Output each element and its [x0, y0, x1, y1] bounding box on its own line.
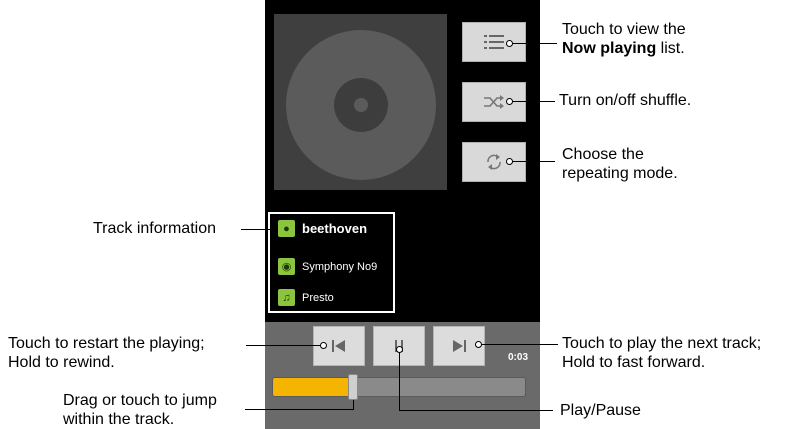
callout-dot: [506, 40, 513, 47]
callout-text: repeating mode.: [562, 165, 678, 182]
microphone-icon: ●: [278, 220, 295, 237]
callout-text: within the track.: [63, 411, 175, 428]
restart-callout: Touch to restart the playing; Hold to re…: [8, 334, 205, 372]
callout-line: [245, 409, 354, 410]
shuffle-callout: Turn on/off shuffle.: [559, 92, 692, 109]
disc-hole: [354, 98, 368, 112]
callout-line: [241, 229, 273, 230]
repeat-callout: Choose the repeating mode.: [562, 145, 678, 183]
seek-bar-thumb[interactable]: [348, 374, 358, 400]
drag-callout: Drag or touch to jump within the track.: [63, 391, 217, 429]
shuffle-button[interactable]: [462, 82, 526, 122]
callout-text: Touch to play the next track;: [562, 335, 762, 352]
callout-text: Drag or touch to jump: [63, 392, 217, 409]
callout-line: [510, 43, 557, 44]
callout-text: Touch to view the: [562, 21, 686, 38]
now-playing-list-button[interactable]: [462, 22, 526, 62]
album-art: [274, 14, 447, 190]
callout-line: [510, 101, 555, 102]
seek-bar-progress: [273, 378, 351, 396]
callout-text: Choose the: [562, 146, 644, 163]
previous-track-icon: [332, 340, 345, 352]
callout-dot: [475, 341, 482, 348]
callout-text: Hold to fast forward.: [562, 354, 706, 371]
repeat-icon: [487, 154, 501, 170]
playpause-callout: Play/Pause: [560, 402, 641, 419]
callout-text: Hold to rewind.: [8, 354, 115, 371]
album-icon: ◉: [278, 258, 295, 275]
track-info-panel: ● beethoven ◉ Symphony No9 ♫ Presto: [268, 212, 395, 313]
next-track-icon: [453, 340, 466, 352]
callout-line: [510, 161, 555, 162]
track-title: Presto: [302, 291, 334, 304]
callout-line: [399, 410, 553, 411]
artist-name: beethoven: [302, 221, 368, 236]
elapsed-time: 0:03: [508, 352, 529, 363]
music-note-icon: ♫: [278, 289, 295, 306]
callout-line: [246, 345, 324, 346]
track-info-callout: Track information: [93, 220, 216, 237]
list-icon: [484, 35, 504, 49]
callout-text-bold: Now playing: [562, 40, 657, 57]
callout-line: [478, 344, 558, 345]
callout-text: Touch to restart the playing;: [8, 335, 205, 352]
callout-dot: [320, 342, 327, 349]
shuffle-icon: [484, 95, 504, 109]
repeat-button[interactable]: [462, 142, 526, 182]
next-callout: Touch to play the next track; Hold to fa…: [562, 334, 761, 372]
callout-line: [399, 350, 400, 411]
callout-dot: [506, 158, 513, 165]
now-playing-callout: Touch to view the Now playing list.: [562, 20, 686, 58]
callout-text: list.: [656, 40, 685, 57]
callout-dot: [506, 98, 513, 105]
callout-dot: [396, 346, 403, 353]
album-name: Symphony No9: [302, 260, 378, 273]
